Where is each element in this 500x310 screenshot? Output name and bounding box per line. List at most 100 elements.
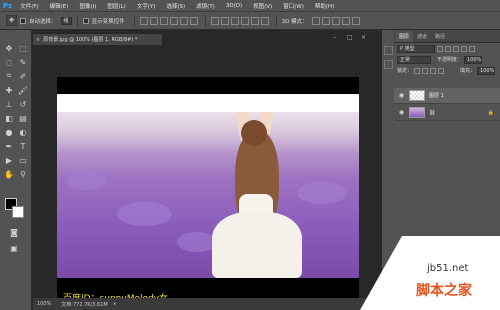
layer-name: 图层 1	[429, 93, 444, 99]
move-tool-preset-button[interactable]: ✥	[6, 15, 18, 26]
history-brush-icon[interactable]: ↺	[17, 98, 29, 110]
brush-tool-icon[interactable]: 🖌	[17, 84, 29, 96]
eye-icon[interactable]: ◉	[397, 91, 406, 100]
align-bottom-icon[interactable]	[159, 16, 168, 25]
move-tool-icon[interactable]: ✥	[3, 42, 15, 54]
menu-filter[interactable]: 滤镜(T)	[196, 2, 215, 10]
crop-tool-icon[interactable]: ⌗	[3, 70, 15, 82]
auto-select-checkbox[interactable]	[20, 17, 27, 24]
lock-transparency-icon[interactable]	[414, 67, 421, 74]
fill-label: 填充：	[460, 68, 476, 74]
menu-layer[interactable]: 图层(L)	[107, 2, 125, 10]
maximize-icon[interactable]: □	[347, 34, 353, 41]
eye-icon[interactable]: ◉	[397, 108, 406, 117]
opacity-label: 不透明度：	[437, 57, 463, 63]
hand-tool-icon[interactable]: ✋	[3, 168, 15, 180]
filter-adjust-icon[interactable]	[445, 45, 451, 52]
status-menu-icon[interactable]: ▸	[114, 301, 117, 307]
menu-view[interactable]: 视图(V)	[253, 2, 272, 10]
lavender-patch	[297, 182, 347, 204]
properties-panel-icon[interactable]	[384, 60, 393, 69]
history-panel-icon[interactable]	[384, 46, 393, 55]
menu-bar: Ps 文件(F) 编辑(E) 图像(I) 图层(L) 文字(Y) 选择(S) 滤…	[0, 0, 500, 11]
lavender-patch	[117, 202, 172, 226]
menu-window[interactable]: 窗口(W)	[283, 2, 304, 10]
3d-scale-icon[interactable]	[351, 16, 360, 25]
distribute-right-icon[interactable]	[260, 16, 269, 25]
lavender-photo	[57, 112, 359, 278]
show-transform-label: 显示变换控件	[91, 18, 125, 25]
distribute-bottom-icon[interactable]	[230, 16, 239, 25]
path-select-tool-icon[interactable]: ▶	[3, 154, 15, 166]
doc-size-info: 文档:772.7K/3.61M	[61, 301, 108, 308]
zoom-tool-icon[interactable]: ⚲	[17, 168, 29, 180]
menu-type[interactable]: 文字(Y)	[137, 2, 156, 10]
layer-kind-dropdown[interactable]: P 类型	[397, 44, 435, 53]
zoom-level[interactable]: 100%	[37, 301, 51, 307]
girl-head	[241, 120, 267, 146]
screen-mode-icon[interactable]: ▣	[8, 242, 20, 254]
filter-type-icon[interactable]	[453, 45, 459, 52]
distribute-left-icon[interactable]	[240, 16, 249, 25]
marquee-tool-icon[interactable]: ⬚	[17, 42, 29, 54]
stamp-tool-icon[interactable]: ⊥	[3, 98, 15, 110]
3d-roll-icon[interactable]	[321, 16, 330, 25]
menu-help[interactable]: 帮助(H)	[315, 2, 334, 10]
align-top-icon[interactable]	[139, 16, 148, 25]
distribute-top-icon[interactable]	[210, 16, 219, 25]
fill-input[interactable]: 100%	[477, 66, 496, 75]
3d-slide-icon[interactable]	[341, 16, 350, 25]
blend-mode-dropdown[interactable]: 正常	[397, 55, 431, 64]
pen-tool-icon[interactable]: ✒	[3, 140, 15, 152]
close-icon[interactable]: ×	[36, 37, 40, 43]
document-title: 原背景.jpg @ 100% (图层 1, RGB/8#) *	[43, 37, 138, 43]
quick-mask-icon[interactable]: ◙	[8, 226, 20, 238]
tab-channels[interactable]: 通道	[413, 31, 431, 42]
tab-layers[interactable]: 图层	[395, 31, 414, 42]
distribute-center-icon[interactable]	[250, 16, 259, 25]
blur-tool-icon[interactable]: ●	[3, 126, 15, 138]
menu-edit[interactable]: 编辑(E)	[50, 2, 69, 10]
show-transform-checkbox[interactable]	[82, 17, 89, 24]
align-middle-icon[interactable]	[149, 16, 158, 25]
options-bar: ✥ 自动选择： 组 显示变换控件 3D 模式：	[0, 11, 500, 30]
auto-select-dropdown[interactable]: 组	[60, 16, 72, 25]
lock-pixels-icon[interactable]	[422, 67, 429, 74]
menu-select[interactable]: 选择(S)	[166, 2, 185, 10]
canvas[interactable]: 百度ID：sunnyMelody女	[57, 77, 359, 307]
shape-tool-icon[interactable]: ▭	[17, 154, 29, 166]
close-window-icon[interactable]: ×	[361, 34, 366, 41]
menu-file[interactable]: 文件(F)	[20, 2, 38, 10]
lock-position-icon[interactable]	[430, 67, 437, 74]
tab-paths[interactable]: 路径	[431, 31, 449, 42]
filter-smart-icon[interactable]	[469, 45, 475, 52]
panel-tabs: 图层 通道 路径	[394, 30, 500, 43]
background-color-swatch[interactable]	[12, 206, 24, 218]
document-tab[interactable]: × 原背景.jpg @ 100% (图层 1, RGB/8#) *	[33, 34, 163, 45]
3d-drag-icon[interactable]	[331, 16, 340, 25]
opacity-input[interactable]: 100%	[464, 55, 483, 64]
healing-tool-icon[interactable]: ✚	[3, 84, 15, 96]
jb51-cn-name: 脚本之家	[416, 283, 472, 299]
3d-rotate-icon[interactable]	[311, 16, 320, 25]
eyedropper-tool-icon[interactable]: ✐	[17, 70, 29, 82]
type-tool-icon[interactable]: T	[17, 140, 29, 152]
filter-shape-icon[interactable]	[461, 45, 467, 52]
layer-row[interactable]: ◉ ⛓ 🔒	[394, 105, 500, 121]
filter-pixel-icon[interactable]	[437, 45, 443, 52]
layer-row[interactable]: ◉ 图层 1	[394, 88, 500, 104]
dodge-tool-icon[interactable]: ◐	[17, 126, 29, 138]
align-right-icon[interactable]	[189, 16, 198, 25]
eraser-tool-icon[interactable]: ◧	[3, 112, 15, 124]
quick-select-tool-icon[interactable]: ✎	[17, 56, 29, 68]
menu-image[interactable]: 图像(I)	[79, 2, 96, 10]
lock-all-icon[interactable]	[438, 67, 445, 74]
align-center-icon[interactable]	[179, 16, 188, 25]
layer-thumbnail	[409, 90, 425, 101]
lasso-tool-icon[interactable]: ◌	[3, 56, 15, 68]
align-left-icon[interactable]	[169, 16, 178, 25]
distribute-middle-icon[interactable]	[220, 16, 229, 25]
minimize-icon[interactable]: –	[333, 34, 336, 41]
menu-3d[interactable]: 3D(D)	[226, 3, 242, 9]
gradient-tool-icon[interactable]: ▤	[17, 112, 29, 124]
